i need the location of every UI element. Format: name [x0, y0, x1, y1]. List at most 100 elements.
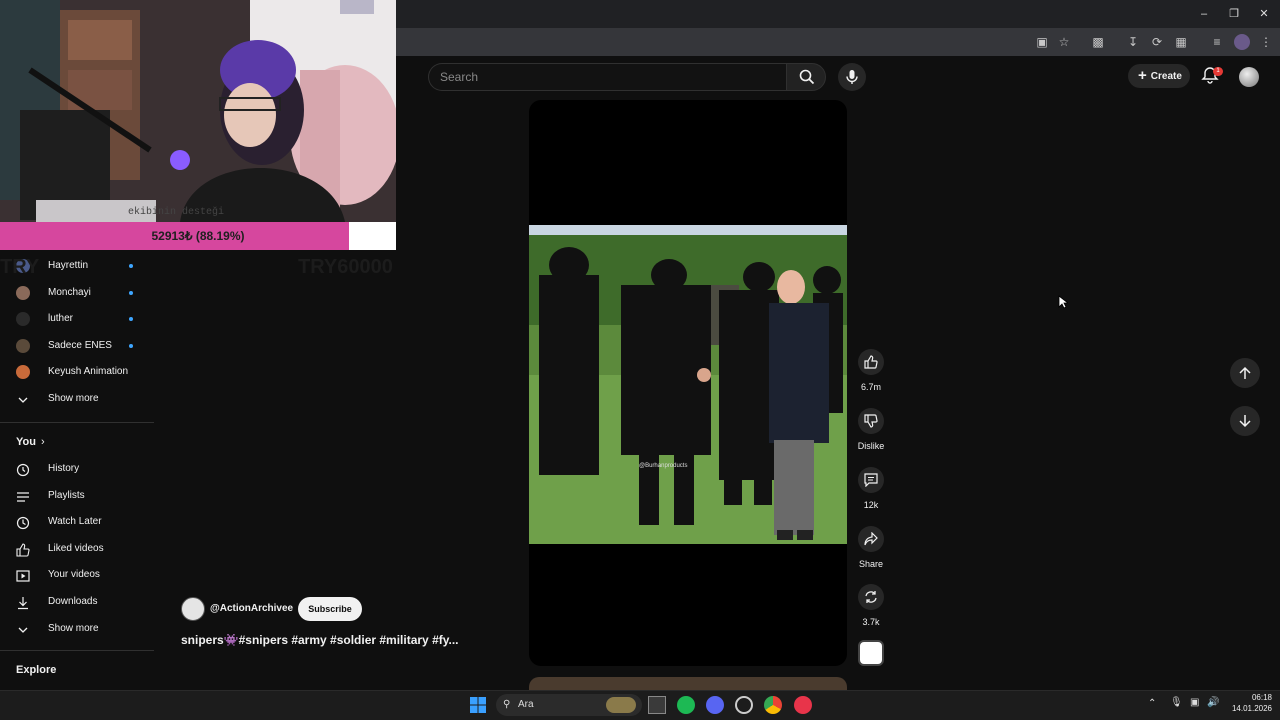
thumbs-down-icon: [864, 414, 878, 428]
sidebar-item-label: Watch Later: [48, 516, 102, 528]
sidebar-item-your-videos[interactable]: Your videos: [0, 562, 154, 588]
sidebar-item-liked[interactable]: Liked videos: [0, 536, 154, 562]
show-more-you[interactable]: Show more: [0, 616, 154, 642]
translate-icon[interactable]: ▦: [1173, 34, 1189, 50]
sidebar-subscription-item[interactable]: Monchayi: [0, 280, 154, 306]
close-icon[interactable]: ✕: [1256, 6, 1272, 22]
your-videos-icon: [16, 568, 30, 582]
new-content-dot: [129, 264, 133, 268]
video-frame[interactable]: @Burhanproducts: [529, 225, 847, 544]
sidebar-item-history[interactable]: History: [0, 456, 154, 482]
media-controls-icon[interactable]: ≡: [1209, 34, 1225, 50]
search-input[interactable]: Search: [428, 63, 786, 91]
microphone-icon: [846, 70, 858, 84]
new-content-dot: [129, 343, 133, 348]
history-icon[interactable]: ⟳: [1149, 34, 1165, 50]
sidebar-item-label: Keyush Animation: [48, 366, 129, 378]
sidebar-item-watch-later[interactable]: Watch Later: [0, 509, 154, 535]
short-title[interactable]: snipers👾#snipers #army #soldier #militar…: [181, 633, 459, 647]
arrow-up-icon: [1239, 366, 1251, 379]
tray-overflow-icon[interactable]: ⌃: [1148, 698, 1156, 709]
account-avatar[interactable]: [1239, 67, 1259, 87]
sidebar-item-download[interactable]: Downloads: [0, 589, 154, 615]
sidebar-item-label: Downloads: [48, 596, 98, 607]
microphone-tray-icon[interactable]: 🎙: [1170, 697, 1183, 708]
windows-start-icon[interactable]: [469, 696, 487, 714]
taskbar-search[interactable]: ⚲ Ara: [496, 694, 642, 716]
next-short-preview[interactable]: [529, 677, 847, 691]
remix-button[interactable]: [858, 584, 884, 610]
liked-icon: [16, 542, 30, 557]
sidebar-item-label: Monchayi: [48, 286, 91, 298]
task-view-icon[interactable]: [648, 696, 666, 714]
clock-date: 14.01.2026: [1231, 704, 1272, 713]
sidebar-divider: [0, 422, 154, 423]
webcam-overlay: ekibinin desteği: [0, 0, 396, 222]
playlists-icon: [16, 489, 30, 503]
arrow-down-icon: [1239, 415, 1251, 428]
sidebar-subscription-item[interactable]: luther: [0, 306, 154, 332]
obs-icon[interactable]: [735, 696, 753, 714]
sidebar-item-label: Hayrettin: [48, 260, 89, 271]
restore-icon[interactable]: ❐: [1226, 6, 1242, 22]
browser-title-bar: [396, 0, 1280, 28]
previous-short-button[interactable]: [1230, 358, 1260, 388]
sidebar: Hayrettin Monchayi luther Sadece ENES Keyush…: [0, 250, 154, 690]
new-content-dot: [129, 290, 133, 295]
like-count: 6.7m: [860, 382, 881, 392]
comments-count: 12k: [863, 500, 879, 510]
show-more-subscriptions[interactable]: Show more: [0, 386, 154, 412]
remix-count: 3.7k: [862, 617, 880, 627]
extensions-icon[interactable]: ▩: [1090, 34, 1106, 50]
sidebar-item-label: luther: [48, 313, 74, 325]
you-section-heading[interactable]: You ›: [16, 436, 45, 448]
browser-address-bar[interactable]: [396, 28, 1280, 56]
sidebar-item-label: Sadece ENES: [48, 339, 112, 351]
chrome-icon[interactable]: [764, 696, 782, 714]
search-button[interactable]: [786, 63, 826, 91]
sidebar-item-label: Liked videos: [48, 542, 104, 554]
next-short-button[interactable]: [1230, 406, 1260, 436]
sidebar-divider: [0, 650, 154, 651]
network-icon[interactable]: ▣: [1190, 697, 1199, 708]
clock-time: 06:18: [1251, 693, 1272, 702]
volume-icon[interactable]: 🔊: [1207, 697, 1219, 708]
minimize-icon[interactable]: –: [1196, 6, 1212, 22]
comments-button[interactable]: [858, 467, 884, 493]
taskbar-clock[interactable]: 06:18 14.01.2026: [1222, 692, 1272, 714]
subscribe-button[interactable]: Subscribe: [298, 597, 362, 621]
create-button[interactable]: + Create: [1128, 64, 1190, 88]
chevron-down-icon: [16, 622, 30, 636]
new-content-dot: [129, 317, 133, 322]
sidebar-item-playlists[interactable]: Playlists: [0, 483, 154, 509]
taskbar-search-label: Ara: [518, 699, 534, 710]
install-app-icon[interactable]: ▣: [1034, 34, 1050, 50]
search-highlight-icon: [606, 697, 636, 713]
notification-badge: 1: [1213, 67, 1223, 76]
dislike-button[interactable]: [858, 408, 884, 434]
sidebar-item-label: Playlists: [48, 489, 85, 501]
sound-source-avatar[interactable]: [858, 640, 884, 666]
share-icon: [864, 532, 878, 546]
like-button[interactable]: [858, 349, 884, 375]
share-button[interactable]: [858, 526, 884, 552]
voice-search-button[interactable]: [838, 63, 866, 91]
comment-icon: [864, 473, 878, 487]
profile-avatar-icon[interactable]: [1234, 34, 1250, 50]
show-more-label: Show more: [48, 623, 99, 634]
webcam-caption: ekibinin desteği: [128, 207, 225, 218]
bookmark-star-icon[interactable]: ☆: [1056, 34, 1072, 50]
download-icon: [16, 595, 30, 610]
download-icon[interactable]: ↧: [1125, 34, 1141, 50]
channel-avatar[interactable]: [181, 597, 205, 621]
goal-currency-label: TRY: [0, 256, 40, 278]
channel-handle[interactable]: @ActionArchivee: [210, 603, 293, 614]
app-icon[interactable]: [794, 696, 812, 714]
mouse-cursor-icon: [1058, 295, 1068, 309]
discord-icon[interactable]: [706, 696, 724, 714]
sidebar-subscription-item[interactable]: Sadece ENES: [0, 333, 154, 359]
menu-dots-icon[interactable]: ⋮: [1258, 34, 1274, 50]
show-more-label: Show more: [48, 393, 99, 404]
spotify-icon[interactable]: [677, 696, 695, 714]
sidebar-subscription-item[interactable]: Keyush Animation: [0, 359, 154, 385]
